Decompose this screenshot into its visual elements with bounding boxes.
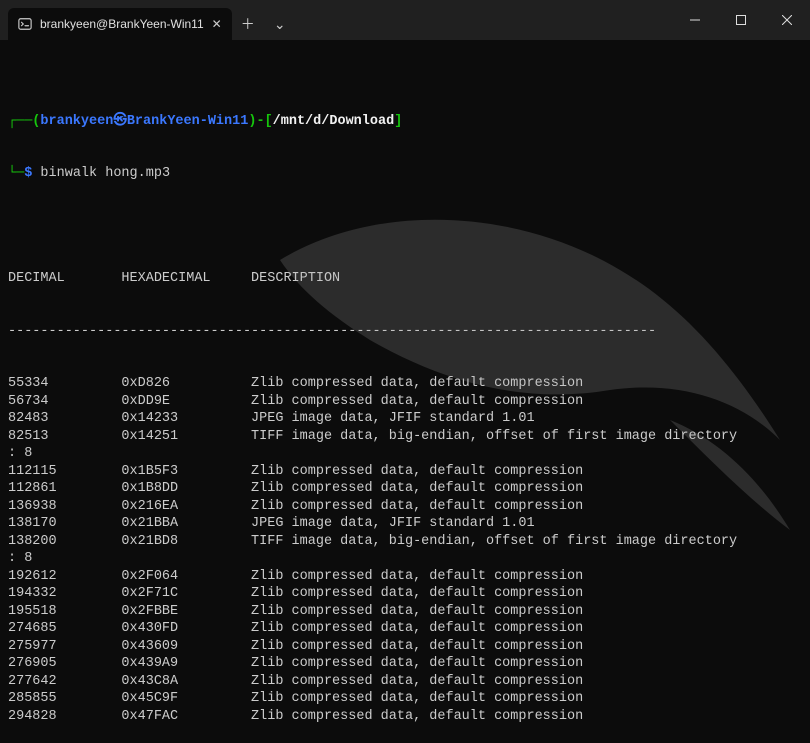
table-row: 112115 0x1B5F3 Zlib compressed data, def… [8,463,802,481]
table-row: 294828 0x47FAC Zlib compressed data, def… [8,708,802,726]
terminal-area[interactable]: ┌──(brankyeen㉿BrankYeen-Win11)-[/mnt/d/D… [0,40,810,500]
table-row: 138200 0x21BD8 TIFF image data, big-endi… [8,533,802,551]
table-row: 192612 0x2F064 Zlib compressed data, def… [8,568,802,586]
table-row: 112861 0x1B8DD Zlib compressed data, def… [8,480,802,498]
blank-line [8,218,802,236]
terminal-icon [18,17,32,31]
table-row-continuation: : 8 [8,445,802,463]
table-row: 138170 0x21BBA JPEG image data, JFIF sta… [8,515,802,533]
new-tab-button[interactable]: ＋ [232,8,264,40]
table-header: DECIMAL HEXADECIMAL DESCRIPTION [8,270,802,288]
active-tab[interactable]: brankyeen@BrankYeen-Win11 ✕ [8,8,232,40]
table-row: 82483 0x14233 JPEG image data, JFIF stan… [8,410,802,428]
window-controls [672,0,810,40]
table-row: 195518 0x2FBBE Zlib compressed data, def… [8,603,802,621]
minimize-button[interactable] [672,0,718,40]
table-row: 275977 0x43609 Zlib compressed data, def… [8,638,802,656]
table-row: 285855 0x45C9F Zlib compressed data, def… [8,690,802,708]
table-row: 56734 0xDD9E Zlib compressed data, defau… [8,393,802,411]
table-separator: ----------------------------------------… [8,323,802,341]
command-line: └─$ binwalk hong.mp3 [8,165,802,183]
tab-strip: brankyeen@BrankYeen-Win11 ✕ ＋ ⌄ [0,0,296,40]
table-row: 194332 0x2F71C Zlib compressed data, def… [8,585,802,603]
tab-title: brankyeen@BrankYeen-Win11 [40,17,204,31]
close-button[interactable] [764,0,810,40]
table-rows: 55334 0xD826 Zlib compressed data, defau… [8,375,802,725]
maximize-button[interactable] [718,0,764,40]
tab-dropdown-button[interactable]: ⌄ [264,8,296,40]
table-row: 276905 0x439A9 Zlib compressed data, def… [8,655,802,673]
table-row: 136938 0x216EA Zlib compressed data, def… [8,498,802,516]
prompt-line: ┌──(brankyeen㉿BrankYeen-Win11)-[/mnt/d/D… [8,113,802,131]
table-row: 277642 0x43C8A Zlib compressed data, def… [8,673,802,691]
titlebar: brankyeen@BrankYeen-Win11 ✕ ＋ ⌄ [0,0,810,40]
table-row: 82513 0x14251 TIFF image data, big-endia… [8,428,802,446]
table-row-continuation: : 8 [8,550,802,568]
table-row: 55334 0xD826 Zlib compressed data, defau… [8,375,802,393]
tab-close-button[interactable]: ✕ [212,17,222,31]
table-row: 274685 0x430FD Zlib compressed data, def… [8,620,802,638]
